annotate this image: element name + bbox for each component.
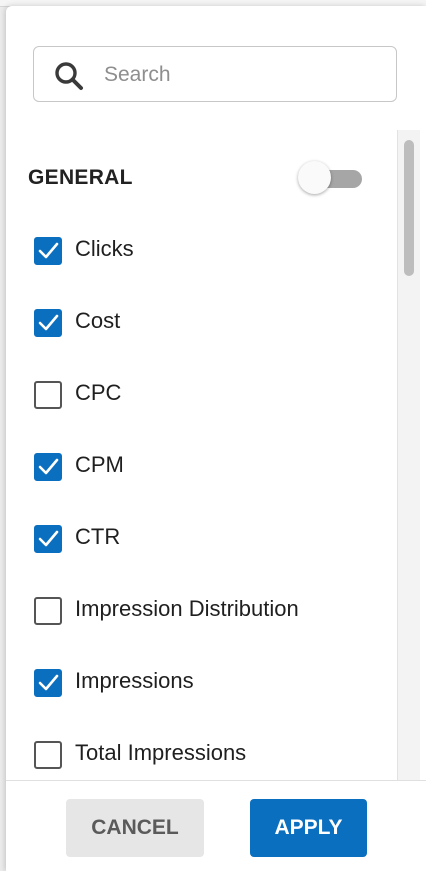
metric-option[interactable]: Cost — [34, 302, 384, 342]
metric-option[interactable]: Impression Distribution — [34, 590, 384, 630]
metric-option-label: Clicks — [75, 236, 134, 261]
check-icon — [38, 242, 59, 259]
metric-option[interactable]: Impressions — [34, 662, 384, 702]
footer: CANCEL APPLY — [6, 780, 426, 871]
check-icon — [38, 314, 59, 331]
apply-button[interactable]: APPLY — [250, 799, 367, 857]
metric-option-label: CPM — [75, 452, 124, 477]
section-title: GENERAL — [28, 166, 133, 189]
metric-option[interactable]: CTR — [34, 518, 384, 558]
column-picker-panel: GENERAL Clicks Cost CPC CPM CTR Impression Di… — [6, 6, 426, 871]
cancel-button[interactable]: CANCEL — [66, 799, 204, 857]
metric-option[interactable]: Clicks — [34, 230, 384, 270]
metric-option[interactable]: CPC — [34, 374, 384, 414]
toggle-knob — [298, 161, 331, 194]
checkbox-checked[interactable] — [34, 669, 62, 697]
checkbox-unchecked[interactable] — [34, 597, 62, 625]
metric-option-label: Cost — [75, 308, 121, 333]
checkbox-unchecked[interactable] — [34, 381, 62, 409]
metrics-list[interactable]: GENERAL Clicks Cost CPC CPM CTR Impression Di… — [6, 130, 396, 780]
scrollbar-thumb[interactable] — [404, 140, 414, 276]
metric-option[interactable]: Total Impressions — [34, 734, 384, 774]
checkbox-checked[interactable] — [34, 453, 62, 481]
checkbox-checked[interactable] — [34, 309, 62, 337]
checkbox-unchecked[interactable] — [34, 741, 62, 769]
metric-option-label: Impression Distribution — [75, 596, 299, 621]
metric-option-label: CPC — [75, 380, 122, 405]
scrollbar-track[interactable] — [397, 130, 420, 780]
check-icon — [38, 530, 59, 547]
metric-option-label: Total Impressions — [75, 740, 247, 765]
check-icon — [38, 674, 59, 691]
search-input[interactable] — [104, 59, 384, 91]
check-icon — [38, 458, 59, 475]
checkbox-checked[interactable] — [34, 237, 62, 265]
section-header-general: GENERAL — [28, 156, 368, 196]
metric-option-label: CTR — [75, 524, 121, 549]
metric-option[interactable]: CPM — [34, 446, 384, 486]
select-all-toggle[interactable] — [298, 161, 366, 195]
search-box[interactable] — [33, 46, 397, 102]
search-icon — [53, 60, 85, 92]
metric-option-label: Impressions — [75, 668, 194, 693]
checkbox-checked[interactable] — [34, 525, 62, 553]
